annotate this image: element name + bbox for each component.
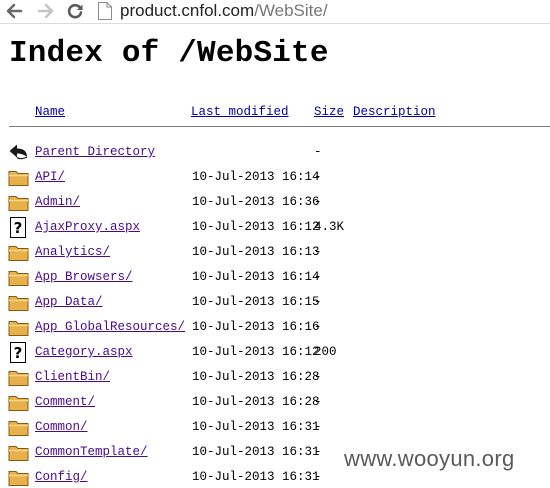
back-arrow-icon — [9, 144, 28, 160]
folder-icon — [8, 296, 29, 311]
entry-size: - — [314, 170, 322, 184]
list-item: App_GlobalResources/ 10-Jul-2013 16:16 - — [0, 316, 550, 341]
entry-date: 10-Jul-2013 16:15 — [192, 295, 320, 309]
list-item: Comment/ 10-Jul-2013 16:28 - — [0, 391, 550, 416]
entry-date: 10-Jul-2013 16:13 — [192, 245, 320, 259]
page-title: Index of /WebSite — [9, 36, 329, 71]
entry-size: - — [314, 470, 322, 484]
folder-icon — [8, 246, 29, 261]
watermark: www.wooyun.org — [344, 446, 515, 471]
entry-size: - — [314, 320, 322, 334]
entry-size: - — [314, 370, 322, 384]
folder-icon — [8, 446, 29, 461]
list-item: Analytics/ 10-Jul-2013 16:13 - — [0, 241, 550, 266]
folder-icon — [8, 171, 29, 186]
page-icon — [98, 2, 112, 20]
entry-link[interactable]: App_GlobalResources/ — [35, 320, 185, 334]
entry-size: - — [314, 195, 322, 209]
list-item: Parent Directory - — [0, 141, 550, 166]
entry-link[interactable]: App_Data/ — [35, 295, 103, 309]
entry-link[interactable]: Common/ — [35, 420, 88, 434]
list-item: API/ 10-Jul-2013 16:14 - — [0, 166, 550, 191]
entry-size: 200 — [314, 345, 337, 359]
entry-date: 10-Jul-2013 16:12 — [192, 345, 320, 359]
folder-icon — [8, 471, 29, 486]
entry-link[interactable]: CommonTemplate/ — [35, 445, 148, 459]
url-host: product.cnfol.com — [120, 1, 255, 20]
folder-icon — [8, 271, 29, 286]
list-item: ClientBin/ 10-Jul-2013 16:28 - — [0, 366, 550, 391]
entry-size: - — [314, 420, 322, 434]
forward-button[interactable] — [35, 0, 57, 22]
column-header-description[interactable]: Description — [353, 105, 436, 119]
entry-date: 10-Jul-2013 16:16 — [192, 320, 320, 334]
entry-size: 4.3K — [314, 220, 345, 234]
entry-date: 10-Jul-2013 16:12 — [192, 220, 320, 234]
entry-size: - — [314, 145, 322, 159]
entry-size: - — [314, 270, 322, 284]
address-bar[interactable]: product.cnfol.com/WebSite/ — [120, 0, 328, 22]
svg-text:?: ? — [14, 344, 23, 362]
back-arrow-icon — [6, 3, 23, 19]
unknown-file-icon: ? — [10, 217, 26, 238]
list-item: ? AjaxProxy.aspx 10-Jul-2013 16:12 4.3K — [0, 216, 550, 241]
entry-size: - — [314, 395, 322, 409]
entry-size: - — [314, 445, 322, 459]
entry-date: 10-Jul-2013 16:14 — [192, 170, 320, 184]
list-item: Common/ 10-Jul-2013 16:31 - — [0, 416, 550, 441]
entry-date: 10-Jul-2013 16:28 — [192, 395, 320, 409]
folder-icon — [8, 321, 29, 336]
entry-date: 10-Jul-2013 16:14 — [192, 270, 320, 284]
entry-date: 10-Jul-2013 16:31 — [192, 420, 320, 434]
column-header-name[interactable]: Name — [35, 105, 65, 119]
list-item: App_Browsers/ 10-Jul-2013 16:14 - — [0, 266, 550, 291]
entry-link[interactable]: App_Browsers/ — [35, 270, 133, 284]
entry-link[interactable]: Parent Directory — [35, 145, 155, 159]
entry-link[interactable]: Category.aspx — [35, 345, 133, 359]
list-item: ? Category.aspx 10-Jul-2013 16:12 200 — [0, 341, 550, 366]
entry-link[interactable]: API/ — [35, 170, 65, 184]
entry-size: - — [314, 295, 322, 309]
header-divider — [9, 126, 550, 127]
browser-toolbar: product.cnfol.com/WebSite/ — [0, 0, 550, 24]
entry-link[interactable]: Comment/ — [35, 395, 95, 409]
reload-icon — [67, 3, 83, 19]
column-header-size[interactable]: Size — [314, 105, 344, 119]
url-path: /WebSite/ — [254, 1, 328, 20]
entry-size: - — [314, 245, 322, 259]
list-item: Admin/ 10-Jul-2013 16:36 - — [0, 191, 550, 216]
folder-icon — [8, 371, 29, 386]
column-header-last-modified[interactable]: Last modified — [191, 105, 289, 119]
list-item: App_Data/ 10-Jul-2013 16:15 - — [0, 291, 550, 316]
entry-date: 10-Jul-2013 16:31 — [192, 470, 320, 484]
folder-icon — [8, 396, 29, 411]
entry-link[interactable]: Admin/ — [35, 195, 80, 209]
entry-link[interactable]: Config/ — [35, 470, 88, 484]
back-button[interactable] — [3, 0, 25, 22]
entry-link[interactable]: ClientBin/ — [35, 370, 110, 384]
entry-date: 10-Jul-2013 16:36 — [192, 195, 320, 209]
unknown-file-icon: ? — [10, 342, 26, 363]
folder-icon — [8, 421, 29, 436]
entry-date: 10-Jul-2013 16:31 — [192, 445, 320, 459]
forward-arrow-icon — [37, 3, 54, 19]
reload-button[interactable] — [64, 0, 86, 22]
entry-link[interactable]: Analytics/ — [35, 245, 110, 259]
folder-icon — [8, 196, 29, 211]
entry-link[interactable]: AjaxProxy.aspx — [35, 220, 140, 234]
entry-date: 10-Jul-2013 16:28 — [192, 370, 320, 384]
svg-text:?: ? — [14, 219, 23, 237]
